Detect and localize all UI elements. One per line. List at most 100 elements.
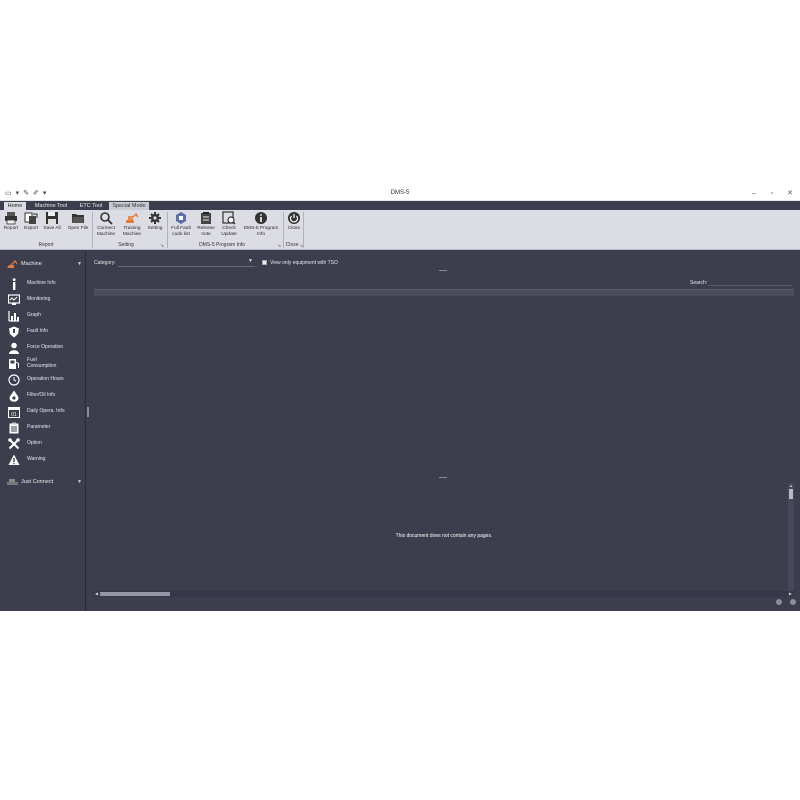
sidebar-item-label: Machine Info <box>27 280 56 286</box>
clipboard-icon <box>9 422 19 434</box>
info-icon <box>12 278 16 290</box>
save-all-label: Save All <box>43 226 61 231</box>
sidebar-item-label: Parameter <box>27 424 51 430</box>
release-note-label: Release note <box>197 226 215 237</box>
chevron-down-icon[interactable]: ▼ <box>77 261 82 267</box>
status-icons <box>776 599 796 605</box>
vertical-scrollbar[interactable]: ▲ <box>788 483 794 591</box>
report-button[interactable]: Report <box>2 211 20 232</box>
sidebar-machine-header[interactable]: Machine ▼ <box>0 259 86 273</box>
zoom-out-icon[interactable] <box>776 599 782 605</box>
sidebar-item-daily-opera-info[interactable]: 01 Daily Opera. Info <box>0 404 86 420</box>
graph-icon <box>8 311 19 322</box>
sidebar-item-filter-oil-info[interactable]: Filter/Oil Info <box>0 388 86 404</box>
shield-icon <box>9 326 19 338</box>
sidebar-item-monitoring[interactable]: Monitoring <box>0 292 86 308</box>
clipboard-icon <box>201 212 211 224</box>
minimize-button[interactable]: – <box>750 189 758 198</box>
training-machine-label: Training Machine <box>122 226 142 237</box>
window-title: DMS-5 <box>390 190 410 196</box>
report-icon <box>5 212 17 225</box>
just-connect-selector[interactable]: Just Connect ▼ <box>0 477 86 491</box>
scroll-thumb[interactable] <box>100 592 170 596</box>
program-info-label: DMS-5 Program Info <box>243 226 279 237</box>
open-file-button[interactable]: Open File <box>66 211 90 232</box>
sidebar-item-option[interactable]: Option <box>0 436 86 452</box>
export-button[interactable]: Export <box>22 211 40 232</box>
sidebar-header-label: Machine <box>21 261 42 267</box>
collapse-handle[interactable] <box>439 270 447 271</box>
group-divider <box>92 212 93 248</box>
sidebar-item-label: Fuel Consumption <box>27 357 57 369</box>
tab-special-mode[interactable]: Special Mode <box>109 202 149 210</box>
setting-launcher-icon[interactable]: ↘ <box>160 243 164 249</box>
oil-drop-icon <box>9 390 19 402</box>
sidebar-item-fault-info[interactable]: Fault Info <box>0 324 86 340</box>
sidebar-item-parameter[interactable]: Parameter <box>0 420 86 436</box>
splitter-handle[interactable] <box>87 407 89 417</box>
scroll-right-icon[interactable]: ▶ <box>789 591 792 596</box>
scroll-up-icon[interactable]: ▲ <box>789 483 793 488</box>
connect-machine-button[interactable]: Connect Machine <box>94 211 118 237</box>
sidebar-item-machine-info[interactable]: Machine Info <box>0 276 86 292</box>
close-button[interactable]: Close <box>285 211 303 232</box>
full-fault-code-list-button[interactable]: Full Fault code list <box>169 211 193 237</box>
tso-checkbox-label: View only equipment with TSO <box>270 260 338 266</box>
tab-machine-tool[interactable]: Machine Tool <box>30 202 72 210</box>
collapse-handle[interactable] <box>439 477 447 478</box>
tools-icon <box>8 438 20 450</box>
tab-etc-tool[interactable]: ETC Tool <box>76 202 106 210</box>
scroll-thumb[interactable] <box>789 489 793 499</box>
report-label: Report <box>3 226 19 231</box>
horizontal-scrollbar[interactable]: ◀ ▶ <box>94 591 794 597</box>
tso-checkbox[interactable] <box>262 260 267 265</box>
info-icon <box>255 212 267 224</box>
fault-list-icon <box>176 212 186 224</box>
update-icon <box>222 211 236 225</box>
sidebar-item-label: Monitoring <box>27 296 51 302</box>
app-window: ▭ ▾ ✎ ✐ ▾ DMS-5 – ▫ ✕ Home Machine Tool … <box>0 187 800 611</box>
fuel-icon <box>9 359 19 369</box>
maximize-button[interactable]: ▫ <box>768 189 776 198</box>
zoom-in-icon[interactable] <box>790 599 796 605</box>
category-dropdown[interactable]: ▼ <box>118 258 255 267</box>
sidebar-item-label: Graph <box>27 312 41 318</box>
program-info-launcher-icon[interactable]: ↘ <box>277 243 281 249</box>
search-input[interactable] <box>708 279 793 286</box>
power-icon <box>288 212 300 224</box>
gear-icon <box>149 212 161 224</box>
chevron-down-icon[interactable]: ▼ <box>77 479 82 485</box>
ribbon-tab-bar: Home Machine Tool ETC Tool Special Mode <box>0 201 800 210</box>
equipment-grid[interactable] <box>94 296 794 466</box>
check-update-button[interactable]: Check Update <box>218 211 240 237</box>
sidebar-item-label: Fault Info <box>27 328 48 334</box>
title-bar: ▭ ▾ ✎ ✐ ▾ DMS-5 – ▫ ✕ <box>0 187 800 201</box>
close-group-label: Close <box>285 242 299 248</box>
program-info-button[interactable]: DMS-5 Program Info <box>241 211 281 237</box>
chevron-down-icon: ▼ <box>248 258 253 264</box>
setting-button[interactable]: Setting <box>146 211 164 232</box>
sidebar-item-label: Daily Opera. Info <box>27 408 65 414</box>
sidebar-item-label: Warning <box>27 456 46 462</box>
document-viewer[interactable]: This document does not contain any pages… <box>94 483 794 591</box>
tab-home[interactable]: Home <box>4 202 26 210</box>
connect-machine-label: Connect Machine <box>96 226 116 237</box>
save-all-button[interactable]: Save All <box>42 211 62 232</box>
sidebar-item-warning[interactable]: Warning <box>0 452 86 468</box>
sidebar-item-operation-hours[interactable]: Operation Hours <box>0 372 86 388</box>
full-fault-code-list-label: Full Fault code list <box>171 226 191 237</box>
equipment-grid-header <box>94 289 794 296</box>
sidebar-item-fuel-consumption[interactable]: Fuel Consumption <box>0 356 86 372</box>
sidebar-item-force-operation[interactable]: Force Operation <box>0 340 86 356</box>
release-note-button[interactable]: Release note <box>195 211 217 237</box>
svg-text:01: 01 <box>11 412 17 418</box>
export-label: Export <box>24 226 38 231</box>
close-window-button[interactable]: ✕ <box>786 189 794 198</box>
warning-icon <box>8 454 20 465</box>
group-divider <box>303 212 304 248</box>
scroll-left-icon[interactable]: ◀ <box>95 591 98 596</box>
machine-connect-icon <box>7 479 18 485</box>
sidebar-item-graph[interactable]: Graph <box>0 308 86 324</box>
clock-icon <box>8 374 20 386</box>
training-machine-button[interactable]: Training Machine <box>120 211 144 237</box>
